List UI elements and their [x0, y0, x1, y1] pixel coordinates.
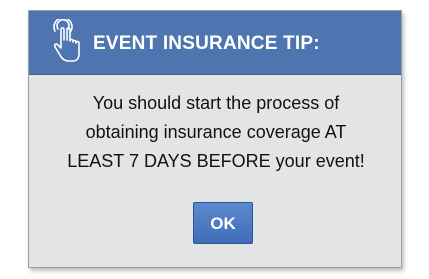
message-line: LEAST 7 DAYS BEFORE your event!	[67, 151, 365, 171]
message-line: obtaining insurance coverage AT	[85, 122, 347, 142]
dialog-title: EVENT INSURANCE TIP:	[93, 33, 320, 54]
message-line: You should start the process of	[92, 93, 340, 113]
insurance-tip-dialog: EVENT INSURANCE TIP: You should start th…	[28, 10, 402, 268]
pointing-hand-icon	[49, 17, 83, 65]
dialog-message: You should start the process of obtainin…	[39, 89, 393, 176]
dialog-header: EVENT INSURANCE TIP:	[29, 11, 401, 75]
ok-button[interactable]: OK	[193, 202, 253, 244]
